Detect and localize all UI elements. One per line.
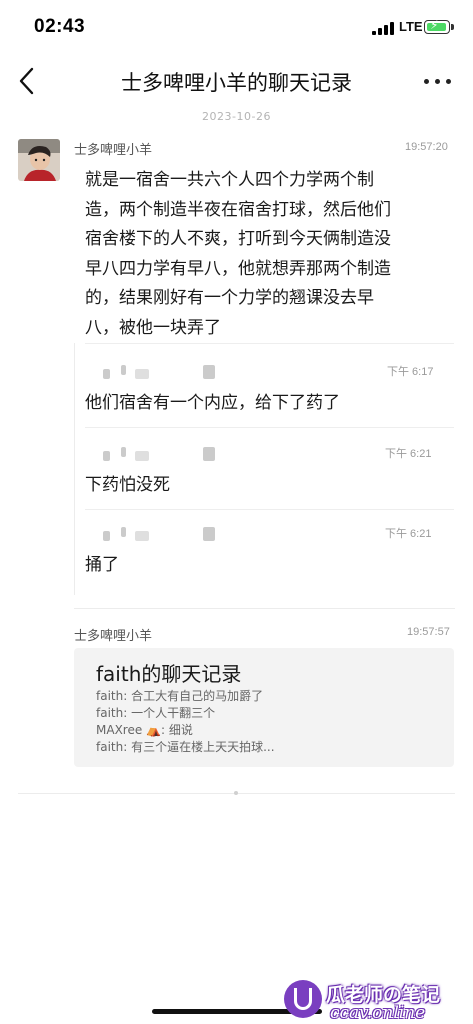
quoted-messages: 下午 6:17 他们宿舍有一个内应，给下了药了 下午 6:21 下药怕没死 下午…: [74, 343, 454, 595]
card-title: faith的聊天记录: [96, 662, 242, 686]
quote-time: 下午 6:17: [387, 366, 434, 378]
chat-record-card[interactable]: faith的聊天记录 faith: 合工大有自己的马加爵了 faith: 一个人…: [74, 648, 454, 767]
blurred-name: [103, 365, 223, 381]
watermark-url: ccav.online: [330, 1003, 426, 1023]
signal-icon: [372, 22, 394, 35]
sender-name: 士多啤哩小羊: [74, 143, 153, 158]
message-time: 19:57:57: [407, 626, 450, 638]
more-button[interactable]: [420, 66, 456, 96]
card-line: MAXree ⛺: 细说: [96, 723, 193, 737]
date-separator: 2023-10-26: [202, 110, 271, 123]
status-time: 02:43: [34, 16, 86, 37]
card-line: faith: 一个人干翻三个: [96, 706, 216, 720]
message-time: 19:57:20: [405, 141, 448, 153]
blurred-name: [103, 527, 223, 543]
battery-cap: [451, 24, 454, 30]
card-line: faith: 合工大有自己的马加爵了: [96, 689, 264, 703]
sender-name: 士多啤哩小羊: [74, 629, 153, 644]
network-type: LTE: [399, 19, 423, 34]
watermark-logo-icon: [284, 980, 322, 1018]
bottom-dot: [234, 791, 238, 795]
blurred-name: [103, 447, 223, 463]
quote-time: 下午 6:21: [385, 448, 432, 460]
card-line: faith: 有三个逼在楼上天天拍球...: [96, 740, 275, 754]
avatar[interactable]: [18, 139, 60, 181]
battery-icon: ⚡: [424, 18, 450, 34]
page-title: 士多啤哩小羊的聊天记录: [121, 71, 352, 95]
quote-text: 他们宿舍有一个内应，给下了药了: [85, 393, 340, 413]
message-text: 就是一宿舍一共六个人四个力学两个制 造，两个制造半夜在宿舍打球，然后他们 宿舍楼…: [85, 170, 391, 338]
more-icon: [424, 79, 429, 84]
quote-text: 捅了: [85, 555, 119, 575]
quote-time: 下午 6:21: [385, 528, 432, 540]
nav-bar: 士多啤哩小羊的聊天记录: [0, 54, 473, 108]
status-bar: 02:43 LTE ⚡: [0, 0, 473, 54]
watermark: 瓜老师の笔记 ccav.online: [282, 978, 470, 1024]
quote-text: 下药怕没死: [85, 475, 170, 495]
message-divider: [74, 608, 455, 609]
